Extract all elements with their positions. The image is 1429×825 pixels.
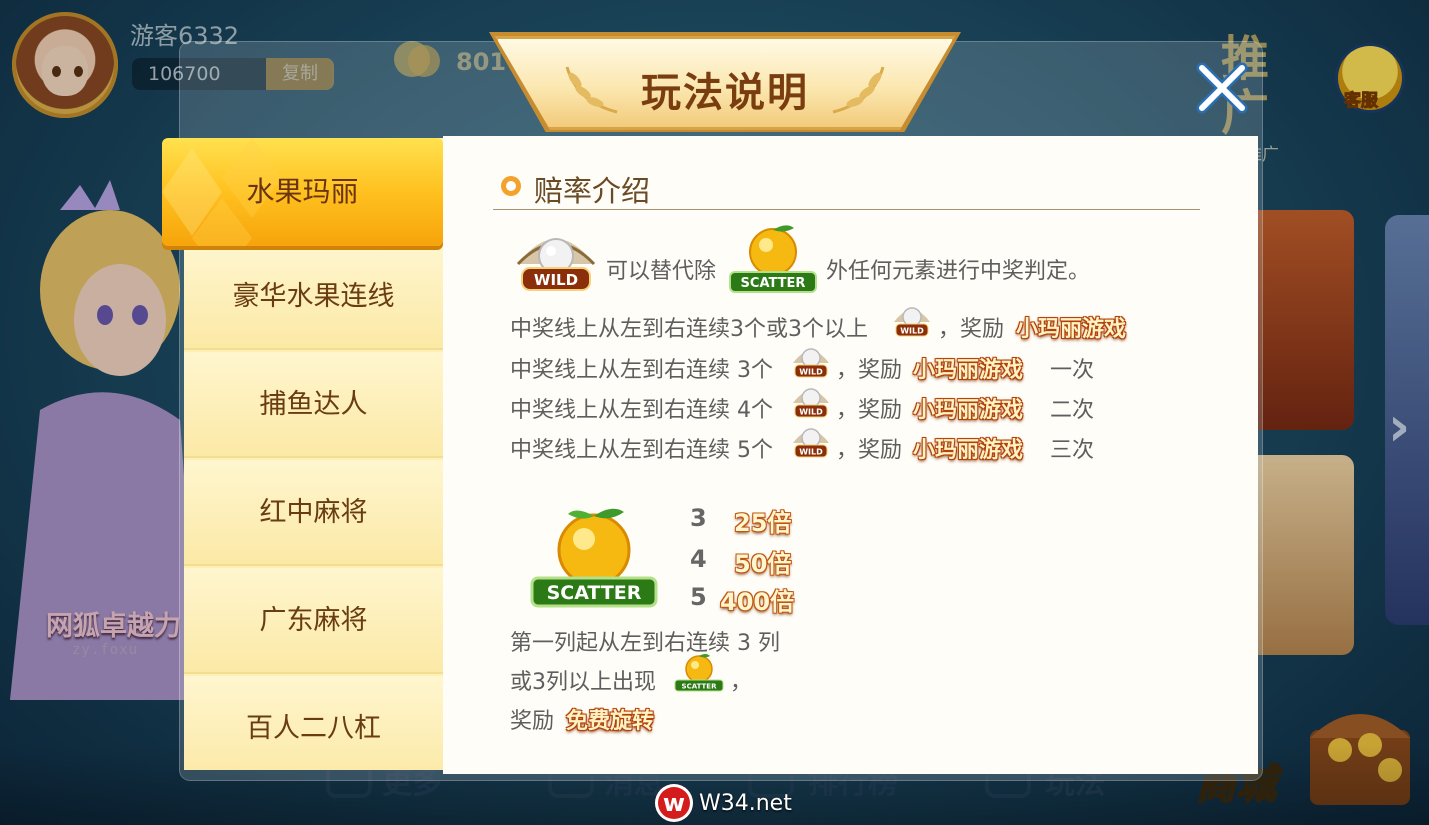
intro-prefix: 可以替代除 <box>606 259 717 284</box>
wild-label: WILD <box>900 327 924 336</box>
scatter-label: SCATTER <box>547 582 642 604</box>
wild-pearl-icon: WILD <box>793 428 829 458</box>
tab-deluxe-fruit-line[interactable]: 豪华水果连线 <box>184 244 443 350</box>
section-bullet-icon <box>501 176 521 196</box>
rule-times: 一次 <box>1050 358 1095 383</box>
tab-fishing-master[interactable]: 捕鱼达人 <box>184 352 443 458</box>
mini-mary-game-highlight: 小玛丽游戏 <box>913 438 1024 463</box>
rule-main-text: 中奖线上从左到右连续3个或3个以上 <box>510 317 868 342</box>
section-title: 赔率介绍 <box>534 174 651 208</box>
rule-text: 中奖线上从左到右连续 3个 <box>510 358 773 383</box>
wild-pearl-icon: WILD <box>793 388 829 418</box>
scatter-label: SCATTER <box>741 276 806 291</box>
scatter-label: SCATTER <box>682 683 718 691</box>
payout-count: 3 <box>690 504 707 532</box>
dialog-title: 玩法说明 <box>641 70 809 116</box>
rule-times: 二次 <box>1050 398 1095 423</box>
scatter-rule-line2-tail: ， <box>730 670 753 695</box>
wild-label: WILD <box>534 271 578 289</box>
payout-multiplier: 400倍 <box>720 588 795 616</box>
wild-label: WILD <box>799 408 823 417</box>
dialog-title-banner: 玩法说明 <box>489 32 961 134</box>
wild-label: WILD <box>799 448 823 457</box>
rule-text: 中奖线上从左到右连续 4个 <box>510 398 773 423</box>
payout-multiplier: 25倍 <box>734 509 792 537</box>
rule-times: 三次 <box>1050 438 1095 463</box>
tab-fruit-mary-label: 水果玛丽 <box>246 175 359 208</box>
wild-label: WILD <box>799 368 823 377</box>
site-watermark: w W34.net <box>655 784 792 822</box>
wild-pearl-icon: WILD <box>894 307 930 337</box>
mini-mary-game-highlight: 小玛丽游戏 <box>1016 317 1127 342</box>
rule-reward: ，奖励 <box>836 358 903 383</box>
payout-count: 4 <box>690 545 707 573</box>
intro-suffix: 外任何元素进行中奖判定。 <box>826 259 1091 284</box>
tab-hundred-28-bar[interactable]: 百人二八杠 <box>184 676 443 770</box>
rule-text: 中奖线上从左到右连续 5个 <box>510 438 773 463</box>
watermark-text: W34.net <box>699 790 792 816</box>
mini-mary-game-highlight: 小玛丽游戏 <box>913 398 1024 423</box>
wild-pearl-icon: WILD <box>516 238 596 291</box>
scatter-rule-line3: 奖励 <box>510 709 555 734</box>
scatter-orange-icon: SCATTER <box>674 654 724 692</box>
rule-reward: ，奖励 <box>836 398 903 423</box>
section-divider <box>493 209 1200 210</box>
rule-reward: ，奖励 <box>836 438 903 463</box>
wild-pearl-icon: WILD <box>793 348 829 378</box>
mini-mary-game-highlight: 小玛丽游戏 <box>913 358 1024 383</box>
payout-multiplier: 50倍 <box>734 550 792 578</box>
watermark-logo: w <box>655 784 693 822</box>
close-icon[interactable] <box>1192 58 1252 118</box>
tab-hongzhong-mahjong[interactable]: 红中麻将 <box>184 460 443 566</box>
scatter-rule-line2: 或3列以上出现 <box>510 670 656 695</box>
scatter-rule-line1: 第一列起从左到右连续 3 列 <box>510 631 780 656</box>
scatter-orange-icon: SCATTER <box>530 508 658 608</box>
payout-count: 5 <box>690 583 707 611</box>
free-spins-highlight: 免费旋转 <box>566 709 655 734</box>
tab-fruit-mary[interactable]: 水果玛丽 <box>162 138 443 246</box>
tab-guangdong-mahjong[interactable]: 广东麻将 <box>184 568 443 674</box>
scatter-orange-icon: SCATTER <box>729 225 817 293</box>
rule-main-reward: ，奖励 <box>938 317 1005 342</box>
